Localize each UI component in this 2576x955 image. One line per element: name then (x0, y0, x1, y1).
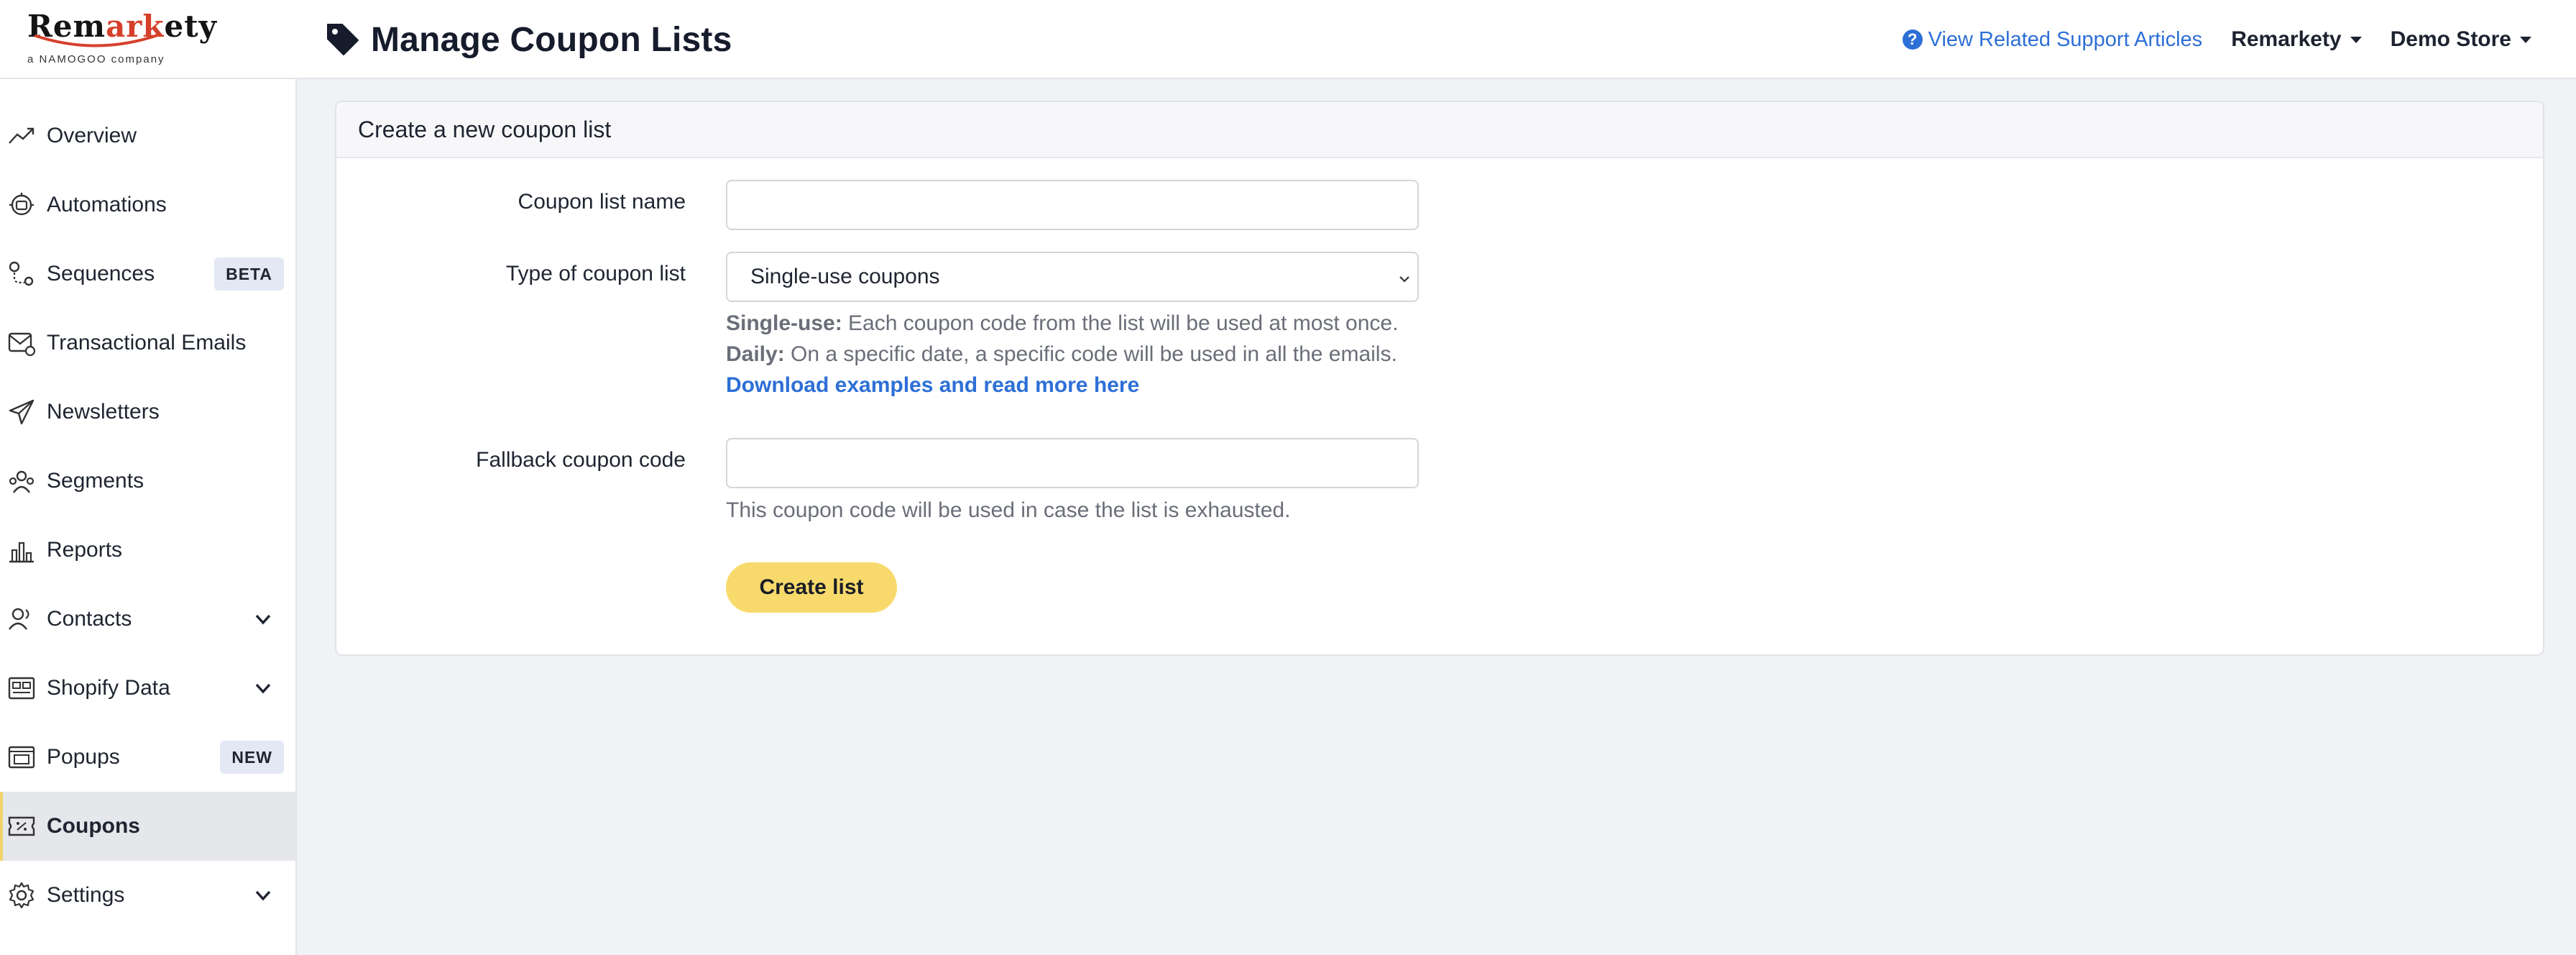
tag-icon (327, 24, 359, 55)
sidebar-item-label: Overview (47, 124, 137, 147)
bar-chart-icon (9, 542, 34, 563)
store-dropdown-label: Demo Store (2390, 27, 2511, 51)
sidebar-item-label: Popups (47, 745, 120, 769)
fallback-help-text: This coupon code will be used in case th… (726, 498, 1291, 522)
sidebar-item-settings[interactable]: Settings (0, 861, 295, 930)
paper-plane-icon (9, 399, 34, 425)
sidebar-item-label: Newsletters (47, 400, 160, 424)
sidebar: Overview Automations Sequences BETA Tran… (0, 79, 297, 955)
sidebar-item-label: Automations (47, 193, 167, 216)
popup-icon (8, 746, 35, 769)
remarkety-logo[interactable]: Remarkety a NAMOGOO company (27, 10, 216, 69)
chevron-down-icon[interactable] (252, 608, 274, 630)
sidebar-item-coupons[interactable]: Coupons (0, 792, 295, 861)
coupon-list-name-input[interactable] (726, 180, 1419, 230)
sidebar-item-sequences[interactable]: Sequences BETA (0, 239, 295, 309)
support-link-label: View Related Support Articles (1928, 27, 2203, 51)
data-grid-icon (8, 677, 35, 700)
mail-icon (8, 332, 36, 357)
single-use-help: Single-use: Each coupon code from the li… (726, 308, 1398, 339)
sidebar-item-label: Reports (47, 538, 123, 562)
account-dropdown[interactable]: Remarkety (2231, 27, 2362, 52)
coupon-list-type-select[interactable]: Single-use coupons (726, 252, 1419, 302)
beta-badge: BETA (214, 257, 284, 291)
sidebar-item-newsletters[interactable]: Newsletters (0, 378, 295, 447)
create-coupon-list-card: Create a new coupon list Coupon list nam… (335, 101, 2544, 656)
coupon-icon (8, 816, 35, 836)
sidebar-item-label: Segments (47, 469, 144, 493)
users-group-icon (9, 470, 34, 493)
coupon-list-type-value: Single-use coupons (750, 265, 940, 288)
sidebar-item-automations[interactable]: Automations (0, 170, 295, 239)
caret-down-icon (2350, 36, 2362, 43)
logo-wordmark: Remarkety (27, 10, 216, 47)
top-bar: Remarkety a NAMOGOO company Manage Coupo… (0, 0, 2576, 79)
fallback-coupon-input[interactable] (726, 438, 1419, 488)
sidebar-item-transactional-emails[interactable]: Transactional Emails (0, 309, 295, 378)
sidebar-item-label: Coupons (47, 814, 140, 838)
account-dropdown-label: Remarkety (2231, 27, 2342, 51)
card-title: Create a new coupon list (336, 102, 2543, 158)
chevron-down-icon[interactable] (252, 677, 274, 699)
sidebar-item-label: Sequences (47, 262, 155, 285)
fallback-coupon-label: Fallback coupon code (476, 448, 686, 472)
create-list-button[interactable]: Create list (726, 562, 897, 613)
sidebar-item-label: Shopify Data (47, 676, 170, 700)
sidebar-item-reports[interactable]: Reports (0, 516, 295, 585)
automation-icon (9, 193, 34, 216)
sidebar-item-label: Contacts (47, 607, 132, 631)
gear-icon (9, 882, 34, 909)
store-dropdown[interactable]: Demo Store (2391, 27, 2531, 52)
single-use-term: Single-use: (726, 311, 842, 335)
top-right-menu: ? View Related Support Articles Remarket… (1902, 22, 2531, 58)
contacts-icon (9, 608, 29, 630)
sidebar-item-popups[interactable]: Popups NEW (0, 723, 295, 792)
trend-icon (9, 127, 34, 144)
caret-down-icon (2520, 36, 2531, 43)
sidebar-item-contacts[interactable]: Contacts (0, 585, 295, 654)
sidebar-item-label: Settings (47, 883, 125, 907)
route-icon (9, 261, 34, 286)
new-badge: NEW (220, 741, 284, 774)
daily-term: Daily: (726, 342, 785, 366)
page-title: Manage Coupon Lists (371, 20, 732, 59)
chevron-down-icon[interactable] (252, 885, 274, 906)
daily-desc: On a specific date, a specific code will… (784, 342, 1397, 366)
chevron-down-icon (1399, 276, 1409, 283)
sidebar-item-overview[interactable]: Overview (0, 101, 295, 170)
logo-swoosh (34, 33, 161, 47)
coupon-list-name-label: Coupon list name (518, 190, 686, 214)
question-circle-icon: ? (1902, 29, 1923, 50)
daily-help: Daily: On a specific date, a specific co… (726, 339, 1397, 370)
sidebar-item-shopify-data[interactable]: Shopify Data (0, 654, 295, 723)
logo-tagline: a NAMOGOO company (27, 53, 165, 65)
support-articles-link[interactable]: ? View Related Support Articles (1902, 27, 2203, 52)
sidebar-item-segments[interactable]: Segments (0, 447, 295, 516)
page-title-group: Manage Coupon Lists (325, 19, 732, 60)
coupon-list-type-label: Type of coupon list (505, 262, 686, 285)
single-use-desc: Each coupon code from the list will be u… (842, 311, 1399, 335)
download-examples-link[interactable]: Download examples and read more here (726, 370, 1139, 401)
sidebar-item-label: Transactional Emails (47, 331, 247, 355)
